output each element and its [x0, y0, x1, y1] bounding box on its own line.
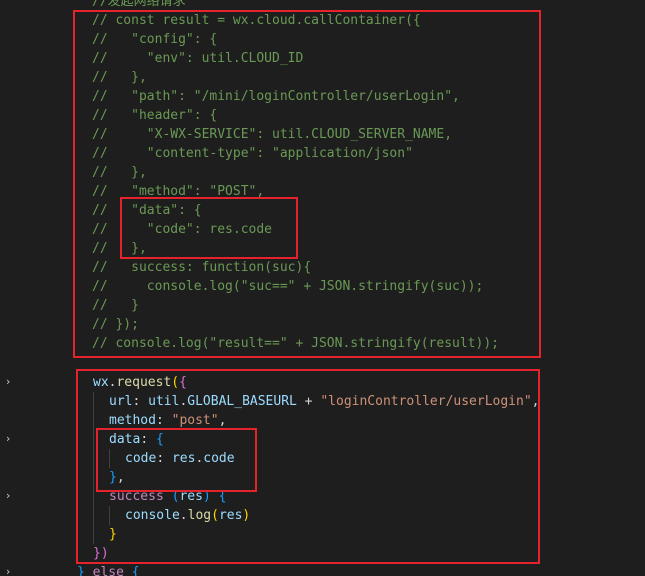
- token-key: success: [109, 489, 164, 504]
- token-method: request: [116, 375, 172, 390]
- code-line-comment: // success: function(suc){: [92, 260, 312, 275]
- code-line-comment: // "data": {: [92, 203, 202, 218]
- token-plus: +: [296, 394, 321, 409]
- token-param: res: [179, 489, 203, 504]
- code-line: url: util.GLOBAL_BASEURL + "loginControl…: [109, 392, 540, 411]
- code-line-comment: // console.log("result==" + JSON.stringi…: [92, 336, 499, 351]
- code-line-comment: // "config": {: [92, 32, 218, 47]
- token-paren: (: [171, 375, 180, 390]
- token-method: log: [187, 508, 212, 523]
- code-line-comment: // }: [92, 298, 139, 313]
- token-string: "loginController/userLogin": [320, 394, 532, 409]
- code-line-comment: // });: [92, 317, 139, 332]
- code-line: },: [109, 468, 125, 487]
- code-editor[interactable]: › › › › //发起网络请求 // const result = wx.cl…: [0, 0, 645, 576]
- code-line-comment: // "method": "POST",: [92, 184, 265, 199]
- token-brace: {: [155, 432, 164, 447]
- token-string: "post": [171, 413, 219, 428]
- token-arg: res: [218, 508, 243, 523]
- code-line-comment: // "code": res.code: [92, 222, 273, 237]
- code-line: } else {: [77, 563, 140, 576]
- token-colon: :: [132, 394, 149, 409]
- token-brace: {: [179, 375, 187, 390]
- code-line: method: "post",: [109, 411, 226, 430]
- code-line-comment: // "env": util.CLOUD_ID: [92, 51, 304, 66]
- fold-chevron-icon[interactable]: ›: [2, 490, 14, 502]
- token-paren: ): [202, 489, 211, 504]
- token-object: res: [171, 451, 196, 466]
- token-object: wx: [93, 375, 109, 390]
- token-keyword: else: [92, 565, 124, 576]
- code-line-comment: // },: [92, 165, 147, 180]
- indent-guide: [109, 449, 110, 468]
- token-colon: :: [156, 451, 172, 466]
- code-line: wx.request({: [93, 373, 187, 392]
- code-line-comment: // "header": {: [92, 108, 218, 123]
- code-line-comment: // console.log("suc==" + JSON.stringify(…: [92, 279, 484, 294]
- code-line-comment: // const result = wx.cloud.callContainer…: [92, 13, 421, 28]
- code-line-comment: // "path": "/mini/loginController/userLo…: [92, 89, 460, 104]
- token-brace: }: [77, 565, 85, 576]
- fold-chevron-icon[interactable]: ›: [2, 566, 14, 576]
- token-paren: ): [242, 508, 251, 523]
- code-line-comment: //发起网络请求: [92, 0, 186, 9]
- token-property: code: [203, 451, 235, 466]
- token-property: GLOBAL_BASEURL: [187, 394, 297, 409]
- token-comma: ,: [531, 394, 540, 409]
- code-line-comment: // "content-type": "application/json": [92, 146, 413, 161]
- token-object: console: [125, 508, 180, 523]
- token-brace: {: [218, 489, 227, 504]
- indent-guide: [93, 392, 94, 544]
- code-line: console.log(res): [125, 506, 250, 525]
- token-comma: ,: [116, 470, 125, 485]
- token-dot: .: [179, 508, 188, 523]
- token-key: data: [109, 432, 141, 447]
- fold-chevron-icon[interactable]: ›: [2, 433, 14, 445]
- token-brace: }: [109, 470, 117, 485]
- token-object: util: [148, 394, 180, 409]
- code-line: success (res) {: [109, 487, 226, 506]
- token-comma: ,: [218, 413, 227, 428]
- token-key: method: [109, 413, 156, 428]
- code-line: code: res.code: [125, 449, 235, 468]
- token-colon: :: [140, 432, 156, 447]
- code-line: }: [109, 525, 117, 544]
- code-line: }): [93, 544, 109, 563]
- indent-guide: [109, 506, 110, 525]
- token-key: url: [109, 394, 133, 409]
- token-paren: (: [211, 508, 219, 523]
- fold-chevron-icon[interactable]: ›: [2, 376, 14, 388]
- token-brace: {: [131, 565, 140, 576]
- token-brace: }: [109, 527, 117, 542]
- code-line-comment: // },: [92, 70, 147, 85]
- token-key: code: [125, 451, 157, 466]
- token-paren: }): [93, 546, 109, 561]
- code-line-comment: // },: [92, 241, 147, 256]
- editor-gutter: › › › ›: [0, 0, 22, 576]
- code-line: data: {: [109, 430, 164, 449]
- code-line-comment: // "X-WX-SERVICE": util.CLOUD_SERVER_NAM…: [92, 127, 453, 142]
- token-colon: :: [155, 413, 172, 428]
